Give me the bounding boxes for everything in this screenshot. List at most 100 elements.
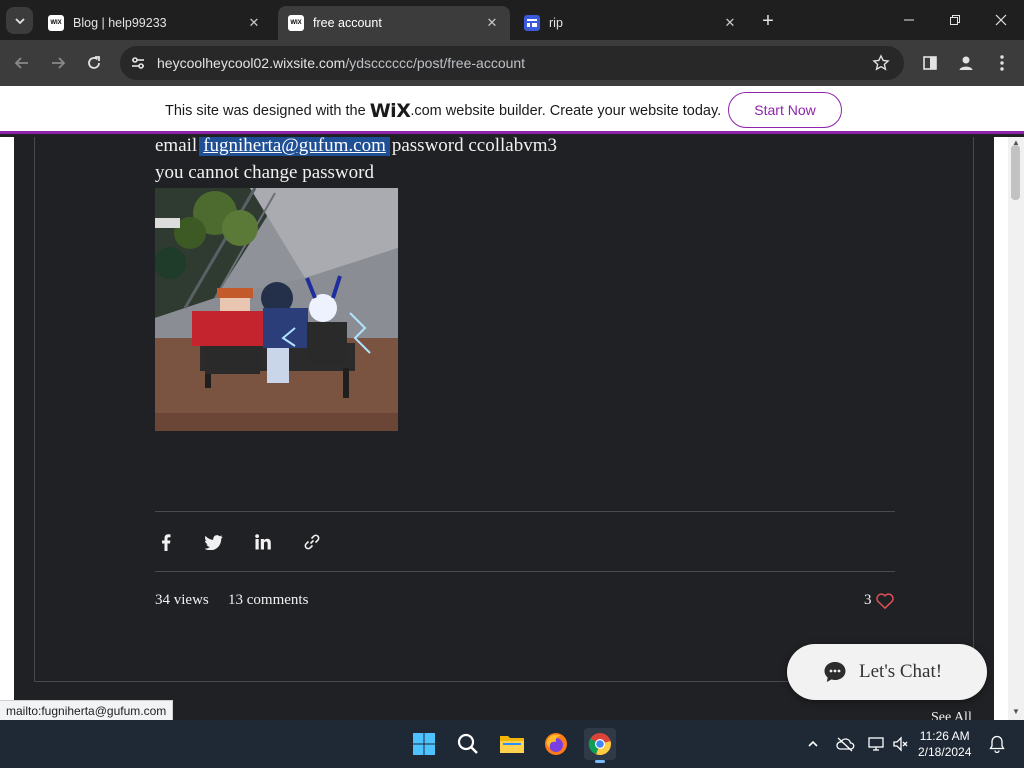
chrome-button[interactable] (584, 728, 616, 763)
share-twitter-button[interactable] (203, 531, 225, 553)
see-all-link[interactable]: See All (931, 710, 972, 720)
link-status-bar: mailto:fugniherta@gufum.com (0, 700, 174, 720)
email-label: email (155, 137, 198, 156)
page-scrollbar[interactable]: ▲ ▼ (1008, 137, 1024, 720)
wix-favicon: WIX (288, 15, 304, 31)
view-count: 34 views (155, 592, 209, 608)
divider (155, 571, 895, 572)
site-settings-icon[interactable] (130, 55, 146, 71)
notifications-button[interactable] (986, 733, 1008, 755)
close-tab-icon[interactable]: ✕ (484, 15, 500, 31)
firefox-button[interactable] (540, 728, 572, 760)
password-note: you cannot change password (155, 162, 374, 183)
minimize-button[interactable] (886, 0, 932, 40)
bookmark-star-icon[interactable] (872, 54, 890, 72)
kebab-menu-icon (1000, 55, 1004, 71)
chat-bubble-icon (824, 662, 846, 682)
tab-strip: WIX Blog | help99233 ✕ WIX free account … (0, 0, 1024, 40)
tab-title: rip (549, 16, 563, 30)
tab-rip[interactable]: rip ✕ (514, 6, 748, 40)
credentials-line: email fugniherta@gufum.com password ccolla… (155, 137, 557, 157)
roblox-avatars-image (155, 188, 398, 431)
divider (155, 511, 895, 512)
linkedin-icon (255, 534, 271, 550)
file-explorer-icon (500, 736, 524, 753)
form-favicon (524, 15, 540, 31)
onedrive-tray-button[interactable] (834, 733, 856, 755)
arrow-left-icon (14, 57, 28, 69)
network-icon (868, 737, 884, 751)
wix-favicon: WIX (48, 15, 64, 31)
arrow-right-icon (52, 57, 66, 69)
new-tab-button[interactable]: + (756, 9, 780, 33)
side-panel-button[interactable] (918, 51, 942, 75)
post-image[interactable] (155, 188, 398, 431)
reload-button[interactable] (80, 49, 108, 77)
tab-free-account[interactable]: WIX free account ✕ (278, 6, 510, 40)
link-icon (304, 534, 320, 550)
password-text: password ccollabvm3 (391, 137, 558, 156)
close-icon (995, 14, 1007, 26)
tab-title: Blog | help99233 (73, 16, 167, 30)
start-button[interactable] (408, 728, 440, 760)
share-facebook-button[interactable] (155, 531, 177, 553)
taskbar-search-button[interactable] (452, 728, 484, 760)
address-bar[interactable]: heycoolheycool02.wixsite.com/ydscccccc/p… (120, 46, 904, 80)
heart-icon[interactable] (875, 592, 894, 609)
like-count: 3 (864, 592, 872, 608)
email-link[interactable]: fugniherta@gufum.com (199, 137, 390, 156)
chevron-up-icon (808, 740, 818, 747)
url-path: /ydscccccc/post/free-account (345, 55, 526, 71)
wix-banner-message: This site was designed with the WiX.com … (165, 100, 721, 122)
network-tray-button[interactable] (866, 733, 888, 755)
comment-count[interactable]: 13 comments (228, 592, 308, 609)
close-tab-icon[interactable]: ✕ (246, 15, 262, 31)
close-window-button[interactable] (978, 0, 1024, 40)
tab-search-button[interactable] (6, 7, 33, 34)
show-hidden-icons-button[interactable] (802, 733, 824, 755)
restore-icon (950, 15, 960, 25)
like-counter[interactable]: 3 (864, 592, 894, 609)
scroll-down-arrow[interactable]: ▼ (1012, 707, 1020, 716)
tab-blog[interactable]: WIX Blog | help99233 ✕ (38, 6, 272, 40)
tab-title: free account (313, 16, 382, 30)
chat-label: Let's Chat! (859, 661, 943, 682)
facebook-icon (162, 533, 171, 551)
wix-logo: WiX (369, 100, 411, 122)
clock-date: 2/18/2024 (918, 745, 972, 759)
share-linkedin-button[interactable] (252, 531, 274, 553)
clock-time: 11:26 AM (919, 729, 970, 743)
back-button[interactable] (8, 49, 36, 77)
wix-promo-banner: This site was designed with the WiX.com … (0, 86, 1024, 134)
forward-button[interactable] (44, 49, 72, 77)
system-clock[interactable]: 11:26 AM 2/18/2024 (918, 728, 971, 760)
start-now-button[interactable]: Start Now (728, 92, 842, 128)
lets-chat-button[interactable]: Let's Chat! (787, 644, 987, 700)
search-icon (457, 733, 478, 754)
twitter-icon (205, 534, 223, 550)
blog-post: email fugniherta@gufum.com password ccolla… (14, 137, 994, 720)
file-explorer-button[interactable] (496, 728, 528, 760)
url-text: heycoolheycool02.wixsite.com/ydscccccc/p… (157, 55, 525, 71)
profile-icon (959, 56, 973, 70)
volume-muted-icon (893, 736, 908, 752)
cloud-offline-icon (836, 737, 855, 752)
post-card: email fugniherta@gufum.com password ccolla… (34, 137, 974, 682)
minimize-icon (904, 19, 914, 21)
side-panel-icon (923, 56, 937, 70)
restore-button[interactable] (932, 0, 978, 40)
browser-menu-button[interactable] (990, 51, 1014, 75)
bell-icon (989, 735, 1005, 753)
firefox-icon (545, 733, 567, 755)
volume-tray-button[interactable] (890, 733, 912, 755)
page-viewport: email fugniherta@gufum.com password ccolla… (0, 137, 1008, 720)
close-tab-icon[interactable]: ✕ (722, 15, 738, 31)
banner-text-after: .com website builder. Create your websit… (410, 103, 722, 119)
scrollbar-thumb[interactable] (1011, 145, 1020, 200)
banner-text-before: This site was designed with the (165, 103, 366, 119)
windows-start-icon (413, 733, 435, 755)
profile-button[interactable] (954, 51, 978, 75)
copy-link-button[interactable] (301, 531, 323, 553)
chevron-down-icon (14, 17, 25, 24)
browser-toolbar: heycoolheycool02.wixsite.com/ydscccccc/p… (0, 40, 1024, 86)
